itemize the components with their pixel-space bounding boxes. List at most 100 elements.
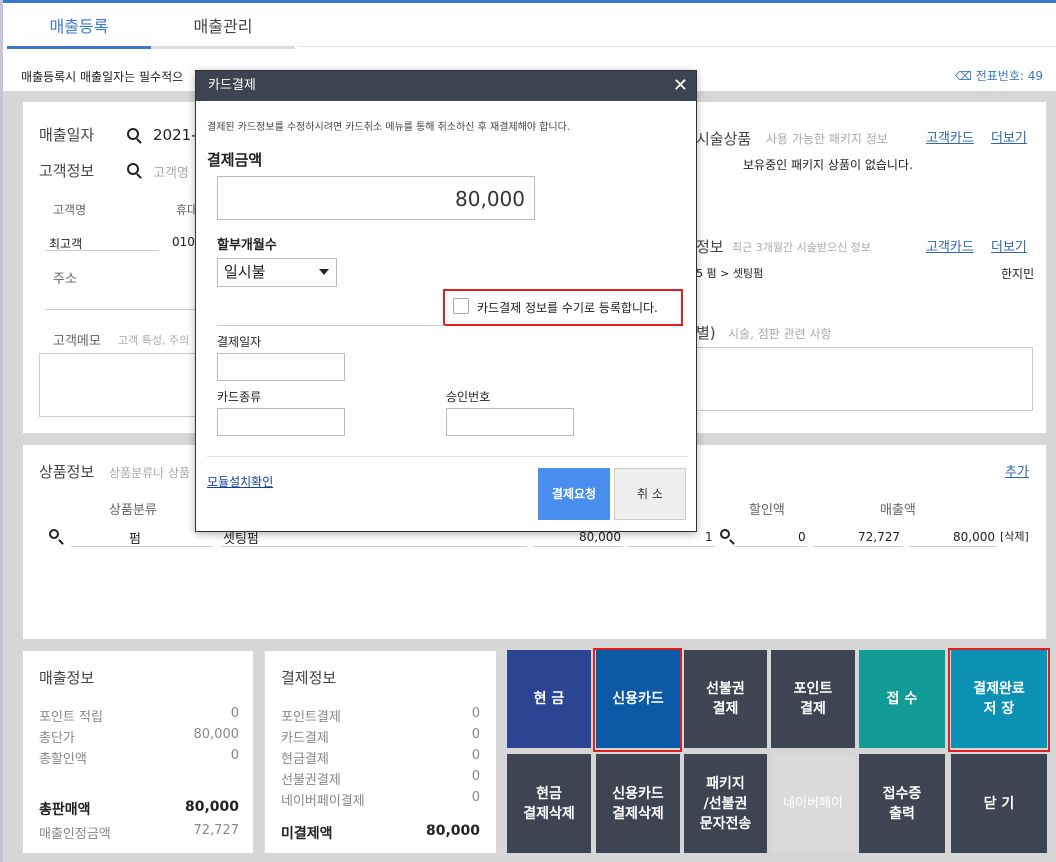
- date-search-icon[interactable]: [127, 128, 139, 140]
- row-sales[interactable]: 80,000: [953, 530, 995, 544]
- sales-row-label: 총할인액: [39, 752, 87, 767]
- row-discount-underline: [735, 546, 807, 547]
- naverpay-button-label: 네이버페이: [783, 795, 843, 811]
- close-button[interactable]: 닫 기: [951, 754, 1047, 853]
- modal-title: 카드결제: [208, 78, 256, 93]
- cash-button[interactable]: 현 금: [507, 650, 591, 748]
- credit-delete-button[interactable]: 신용카드 결제삭제: [596, 754, 680, 853]
- tab-bar: 매출등록 매출관리: [7, 11, 295, 49]
- modal-notice: 결제된 카드정보를 수정하시려면 카드취소 메뉴를 통해 취소하신 후 재결제해…: [207, 122, 570, 133]
- close-button-label: 닫 기: [983, 795, 1015, 812]
- point-pay-button[interactable]: 포인트 결제: [771, 650, 855, 748]
- row-net: 72,727: [858, 530, 900, 544]
- row-price[interactable]: 80,000: [579, 530, 621, 544]
- payment-row-value: 0: [471, 706, 480, 721]
- payment-row-label: 포인트결제: [281, 710, 341, 725]
- payment-row-value: 0: [471, 790, 480, 805]
- approval-number-label: 승인번호: [446, 390, 491, 404]
- receipt-print-button[interactable]: 접수증 출력: [859, 754, 945, 853]
- installment-label: 할부개월수: [217, 238, 277, 253]
- card-type-input[interactable]: [217, 408, 345, 436]
- discount-search-icon[interactable]: [720, 529, 730, 539]
- slip-number-label: 전표번호: 49: [975, 69, 1043, 83]
- cash-delete-button[interactable]: 현금 결제삭제: [507, 754, 591, 853]
- sales-row-value: 0: [230, 706, 239, 721]
- tab-divider: [299, 46, 1056, 47]
- customer-memo-field[interactable]: [39, 353, 199, 417]
- manual-entry-label[interactable]: 카드결제 정보를 수기로 등록합니다.: [477, 299, 658, 316]
- manual-entry-checkbox[interactable]: [453, 298, 469, 314]
- more-link[interactable]: 더보기: [991, 127, 1027, 146]
- amount-input[interactable]: 80,000: [217, 176, 535, 220]
- row-qty[interactable]: 1: [705, 530, 713, 544]
- customer-phone-value[interactable]: 010: [172, 235, 195, 249]
- modal-cancel-button[interactable]: 취 소: [614, 468, 686, 520]
- highlight-complete-save: [948, 648, 1050, 752]
- installment-select[interactable]: 일시불: [217, 258, 337, 287]
- package-sms-button[interactable]: 패키지 /선불권 문자전송: [684, 754, 767, 853]
- payment-row-label: 네이버페이결제: [281, 794, 365, 809]
- add-product-link[interactable]: 추가: [1005, 461, 1029, 480]
- sales-row-value: 80,000: [193, 727, 240, 742]
- treatment-memo-field[interactable]: [696, 347, 1033, 411]
- amount-label: 결제금액: [207, 151, 263, 169]
- payment-request-button-label: 결제요청: [551, 487, 597, 501]
- col-category: 상품분류: [109, 503, 157, 518]
- unpaid-label: 미결제액: [281, 826, 333, 842]
- total-sales-label: 총판매액: [39, 802, 91, 818]
- prepaid-pay-button[interactable]: 선불권 결제: [684, 650, 767, 748]
- history-title: 정보: [696, 238, 724, 256]
- customer-search-icon[interactable]: [127, 163, 139, 175]
- package-empty-text: 보유중인 패키지 상품이 없습니다.: [743, 158, 913, 172]
- prepaid-pay-button-label: 선불권 결제: [706, 681, 745, 717]
- tab-sales-manage[interactable]: 매출관리: [151, 11, 295, 49]
- product-title: 상품정보: [39, 463, 95, 481]
- payment-row-label: 현금결제: [281, 752, 329, 767]
- col-sales: 매출액: [880, 503, 916, 518]
- customer-card-link[interactable]: 고객카드: [926, 127, 974, 146]
- sales-row-label: 포인트 적립: [39, 710, 103, 725]
- payment-row-value: 0: [471, 769, 480, 784]
- row-price-underline: [533, 546, 623, 547]
- product-hint: 상품분류나 상품: [109, 466, 191, 480]
- payment-info-title: 결제정보: [281, 669, 337, 687]
- approval-number-input[interactable]: [446, 408, 574, 436]
- modal-cancel-button-label: 취 소: [637, 487, 663, 501]
- row-discount[interactable]: 0: [798, 530, 806, 544]
- modal-close-icon[interactable]: ✕: [673, 71, 688, 101]
- installment-value: 일시불: [224, 263, 266, 281]
- left-edge-line: [0, 0, 3, 862]
- highlight-credit-card: [593, 648, 682, 752]
- treatment-title: 시술상품: [696, 130, 752, 148]
- payment-request-button[interactable]: 결제요청: [538, 468, 610, 520]
- tab-sales-register[interactable]: 매출등록: [7, 11, 151, 49]
- date-value[interactable]: 2021-: [153, 126, 197, 144]
- row-delete[interactable]: [삭제]: [1000, 528, 1029, 544]
- customer-search-input[interactable]: 고객명: [153, 162, 189, 181]
- sales-row-value: 0: [230, 748, 239, 763]
- category-search-icon[interactable]: [49, 529, 59, 539]
- card-payment-modal: 카드결제 ✕ 결제된 카드정보를 수정하시려면 카드취소 메뉴를 통해 취소하신…: [195, 70, 697, 532]
- credit-delete-button-label: 신용카드 결제삭제: [612, 785, 664, 822]
- receive-button[interactable]: 접 수: [859, 650, 945, 748]
- unpaid-value: 80,000: [425, 823, 480, 839]
- row-category[interactable]: 펌: [129, 528, 141, 547]
- payment-row-value: 0: [471, 727, 480, 742]
- sales-info-panel: 매출정보 포인트 적립 0 총단가 80,000 총할인액 0 총판매액 80,…: [22, 650, 254, 854]
- date-label: 매출일자: [39, 126, 95, 144]
- module-install-link[interactable]: 모듈설치확인: [207, 473, 273, 490]
- row-name-underline: [221, 546, 527, 547]
- treatment-memo-title: 별): [696, 324, 716, 342]
- eraser-icon: ⌫: [954, 69, 976, 83]
- card-type-label: 카드종류: [217, 390, 262, 404]
- customer-card-link-2[interactable]: 고객카드: [926, 236, 974, 255]
- naverpay-button[interactable]: 네이버페이: [771, 754, 855, 853]
- row-qty-underline: [627, 546, 715, 547]
- pay-date-input[interactable]: [217, 353, 345, 381]
- customer-info-label: 고객정보: [39, 162, 95, 180]
- customer-memo-label: 고객메모: [53, 334, 101, 349]
- modal-divider: [217, 325, 445, 326]
- more-link-2[interactable]: 더보기: [991, 236, 1027, 255]
- history-item: 5 펌 > 셋팅펌: [696, 267, 764, 280]
- package-sms-button-label: 패키지 /선불권 문자전송: [699, 775, 752, 832]
